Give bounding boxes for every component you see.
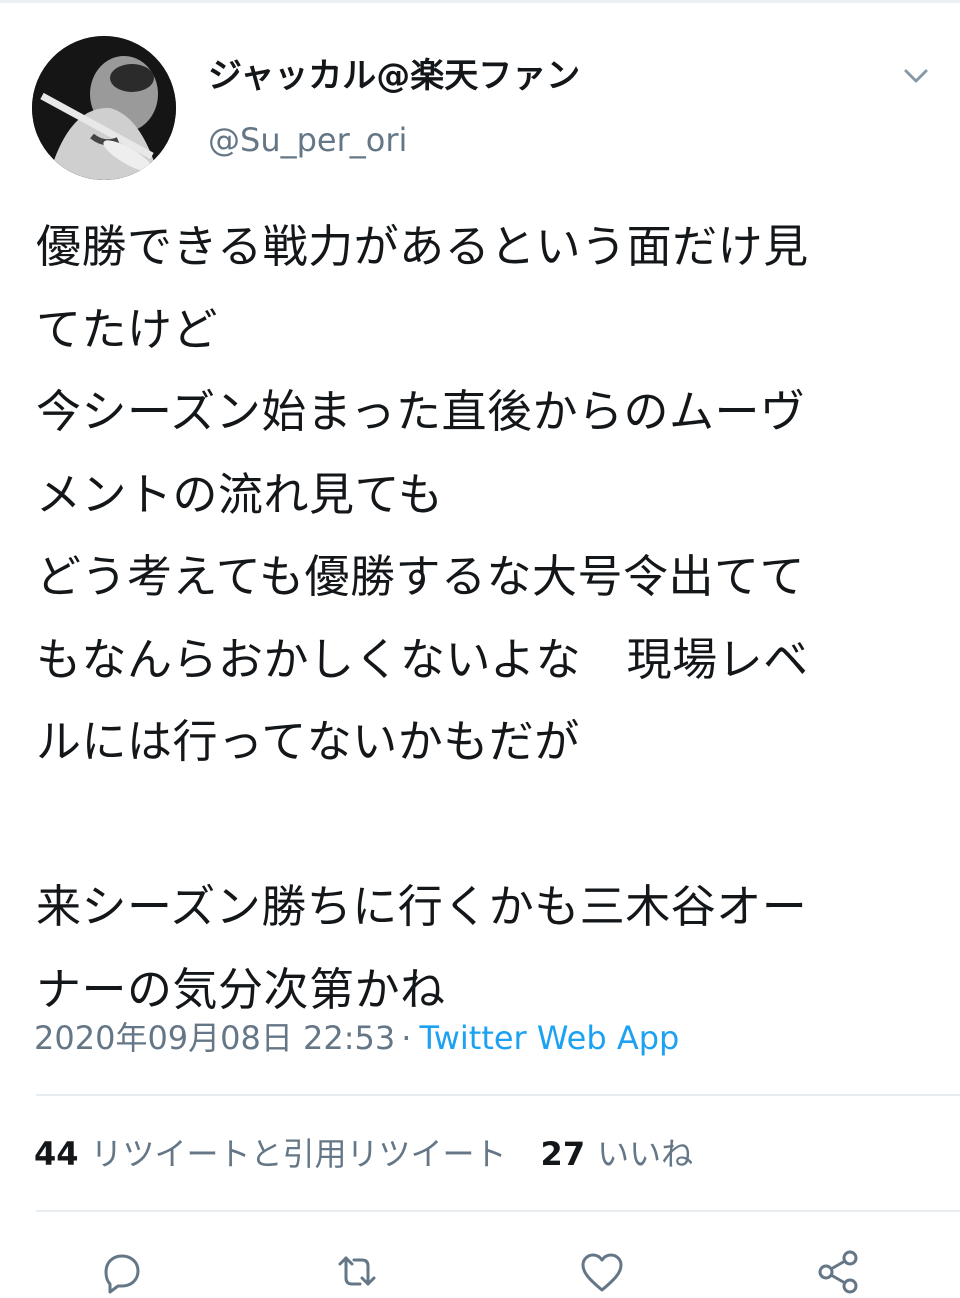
reply-icon[interactable] [96, 1246, 148, 1298]
chevron-down-icon[interactable] [898, 58, 934, 94]
avatar[interactable] [32, 36, 176, 180]
tweet-line: 来シーズン勝ちに行くかも三木谷オー [36, 880, 808, 933]
likes-count: 27 [540, 1135, 586, 1173]
tweet-line: 優勝できる戦力があるという面だけ見 [36, 220, 809, 273]
tweet-line: 今シーズン始まった直後からのムーヴ [36, 385, 806, 438]
engagement-stats: 44 リツイートと引用リツイート 27 いいね [34, 1128, 693, 1180]
retweets-label: リツイートと引用リツイート [90, 1135, 507, 1173]
timestamp[interactable]: 2020年09月08日 22:53 [34, 1019, 395, 1057]
tweet-line: どう考えても優勝するな大号令出てて [36, 550, 806, 603]
source-link[interactable]: Twitter Web App [419, 1019, 679, 1057]
divider [36, 1094, 960, 1096]
tweet-line: もなんらおかしくないよな 現場レベ [36, 632, 809, 686]
likes-label: いいね [597, 1135, 694, 1173]
user-handle[interactable]: @Su_per_ori [208, 118, 407, 162]
heart-icon[interactable] [576, 1246, 628, 1298]
divider [36, 1210, 960, 1212]
meta-separator: · [401, 1019, 412, 1057]
display-name[interactable]: ジャッカル@楽天ファン [208, 54, 580, 98]
retweets-stat[interactable]: 44 リツイートと引用リツイート [34, 1135, 507, 1173]
share-icon[interactable] [812, 1246, 864, 1298]
retweet-icon[interactable] [330, 1246, 382, 1298]
tweet-line: メントの流れ見ても [36, 467, 444, 521]
tweet-line: ルには行ってないかもだが [36, 715, 580, 768]
retweets-count: 44 [34, 1135, 79, 1173]
likes-stat[interactable]: 27 いいね [541, 1135, 694, 1173]
tweet-meta: 2020年09月08日 22:53 · Twitter Web App [34, 1014, 679, 1062]
top-divider [0, 0, 960, 3]
avatar-image [32, 36, 176, 180]
tweet-line: てたけど [36, 302, 219, 356]
tweet-text: 優勝できる戦力があるという面だけ見 てたけど 今シーズン始まった直後からのムーヴ… [36, 206, 936, 1031]
